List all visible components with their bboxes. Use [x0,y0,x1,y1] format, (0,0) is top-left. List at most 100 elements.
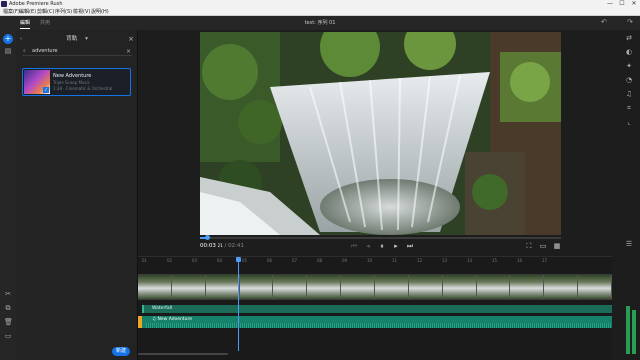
project-title: test: 序列 01 [304,20,336,26]
ruler-label: 07 [292,258,298,263]
waterfall-frame [200,32,561,235]
minimize-button[interactable]: — [604,0,616,8]
time-separator: / [224,243,227,249]
effects-icon[interactable]: ✦ [624,62,634,70]
undo-icon[interactable]: ↶ [601,18,607,26]
go-to-end-icon[interactable]: ⏭ [405,242,415,251]
menu-help[interactable]: 說明(H) [91,8,109,16]
fit-to-screen-icon[interactable]: ⛶ [524,242,534,251]
redo-icon[interactable]: ↷ [627,18,633,26]
search-field[interactable]: ⌕ adventure × [22,47,132,56]
video-frame-thumbnail [408,275,443,299]
maximize-button[interactable]: ☐ [616,0,628,8]
music-panel: ‹ 背軌 ▾ × ⌕ adventure × ♪ New Adventure Tr… [16,30,138,360]
window-title: Adobe Premiere Rush [9,1,63,7]
playhead[interactable] [236,257,241,351]
ruler-label: 10 [367,258,373,263]
add-media-button[interactable]: + [3,34,13,44]
ruler-label: 05 [242,258,248,263]
duration: 02:41 [228,243,244,249]
step-forward-icon[interactable]: ▸ [391,242,401,250]
project-assets-icon[interactable]: ▤ [4,47,12,55]
music-clip[interactable]: ♫ New Adventure [138,316,612,328]
clear-search-icon[interactable]: × [126,47,131,56]
timeline-menu-icon[interactable]: ☰ [624,240,634,248]
audio-meter-left [626,306,630,354]
left-rail: + ▤ ✂ ⧉ 🗑 ▭ [0,30,16,360]
transitions-icon[interactable]: ⇄ [624,34,634,42]
video-frame-thumbnail [138,275,172,299]
audio-clip-label: Waterfall [152,306,173,311]
search-icon: ⌕ [23,48,26,54]
ruler-label: 09 [342,258,348,263]
video-frame-thumbnail [510,275,545,299]
video-frame-thumbnail [239,275,274,299]
preview-ratio-icon[interactable]: ▭ [538,242,548,250]
video-frame-thumbnail [544,275,579,299]
ruler-label: 04 [217,258,223,263]
close-window-button[interactable]: ✕ [628,0,640,8]
video-frame-thumbnail [341,275,376,299]
video-frame-thumbnail [205,275,240,299]
timeline: 01 02 03 04 05 06 07 08 09 10 11 12 13 1… [138,256,613,360]
color-icon[interactable]: ◐ [624,48,634,56]
ruler-label: 06 [267,258,273,263]
audio-levels-icon[interactable]: ▦ [552,242,562,250]
duplicate-icon[interactable]: ⧉ [4,304,12,313]
scrub-bar[interactable] [200,235,561,240]
music-note-icon: ♪ [43,87,49,93]
scrub-handle[interactable] [205,235,211,240]
audio-icon[interactable]: ♫ [624,90,634,98]
ruler-label: 01 [142,258,148,263]
video-track[interactable] [138,274,613,300]
back-icon[interactable]: ‹ [20,34,22,44]
close-icon[interactable]: × [128,34,134,44]
video-frame-thumbnail [273,275,308,299]
video-frame-thumbnail [476,275,511,299]
go-to-start-icon[interactable]: ⏮ [349,242,359,251]
split-icon[interactable]: ✂ [4,290,12,298]
video-frame-thumbnail [307,275,342,299]
time-ruler[interactable]: 01 02 03 04 05 06 07 08 09 10 11 12 13 1… [138,257,612,265]
music-clip-label: New Adventure [157,317,192,322]
video-frame-thumbnail [375,275,409,299]
video-preview[interactable] [200,32,561,235]
list-item[interactable]: ♪ New Adventure Triple Scoop Music 1:38 … [22,68,131,96]
menu-edit[interactable]: 編輯(E) [19,8,36,16]
audio-meter-right [632,310,636,354]
ruler-label: 14 [467,258,473,263]
menu-view[interactable]: 檢視(V) [73,8,90,16]
speed-icon[interactable]: ◔ [624,76,634,84]
audio-clip-waterfall[interactable]: Waterfall [142,305,612,313]
pause-button[interactable]: ⏸ [377,242,387,251]
timecode: 00:03 21 / 02:41 [200,243,244,249]
preview-area: 00:03 21 / 02:41 ⏮ ◂ ⏸ ▸ ⏭ ⛶ ▭ ▦ [138,30,612,256]
crop-icon[interactable]: ⌞ [624,118,634,126]
track-visibility-icon[interactable]: ▭ [4,332,12,340]
right-rail: ⇄ ◐ ✦ ◔ ♫ ⌗ ⌞ ☰ [612,30,640,256]
timeline-scrollbar[interactable] [138,353,228,355]
track-meta: 1:38 · Cinematic & Orchestral [53,86,113,91]
panel-title: 背軌 [66,36,78,42]
ruler-label: 15 [492,258,498,263]
track-artist: Triple Scoop Music [53,80,90,85]
menu-file[interactable]: 檔案(F) [3,8,20,16]
delete-icon[interactable]: 🗑 [4,318,13,326]
step-back-icon[interactable]: ◂ [363,242,373,250]
panel-header: ‹ 背軌 ▾ × [16,34,138,44]
transform-icon[interactable]: ⌗ [624,104,634,113]
chevron-down-icon[interactable]: ▾ [85,36,88,42]
playhead-handle[interactable] [236,257,241,262]
search-input[interactable]: adventure [32,47,58,56]
ruler-label: 17 [542,258,548,263]
current-frames: 21 [217,243,223,248]
ruler-label: 13 [442,258,448,263]
track-title: New Adventure [53,73,92,79]
app-logo-icon [1,1,7,7]
menu-sequence[interactable]: 序列(S) [55,8,72,16]
current-time: 00:03 [200,243,216,249]
menu-clip[interactable]: 剪輯(C) [37,8,54,16]
ruler-label: 12 [417,258,423,263]
audio-waveform [146,323,612,328]
new-button[interactable]: 新建 [112,347,130,356]
